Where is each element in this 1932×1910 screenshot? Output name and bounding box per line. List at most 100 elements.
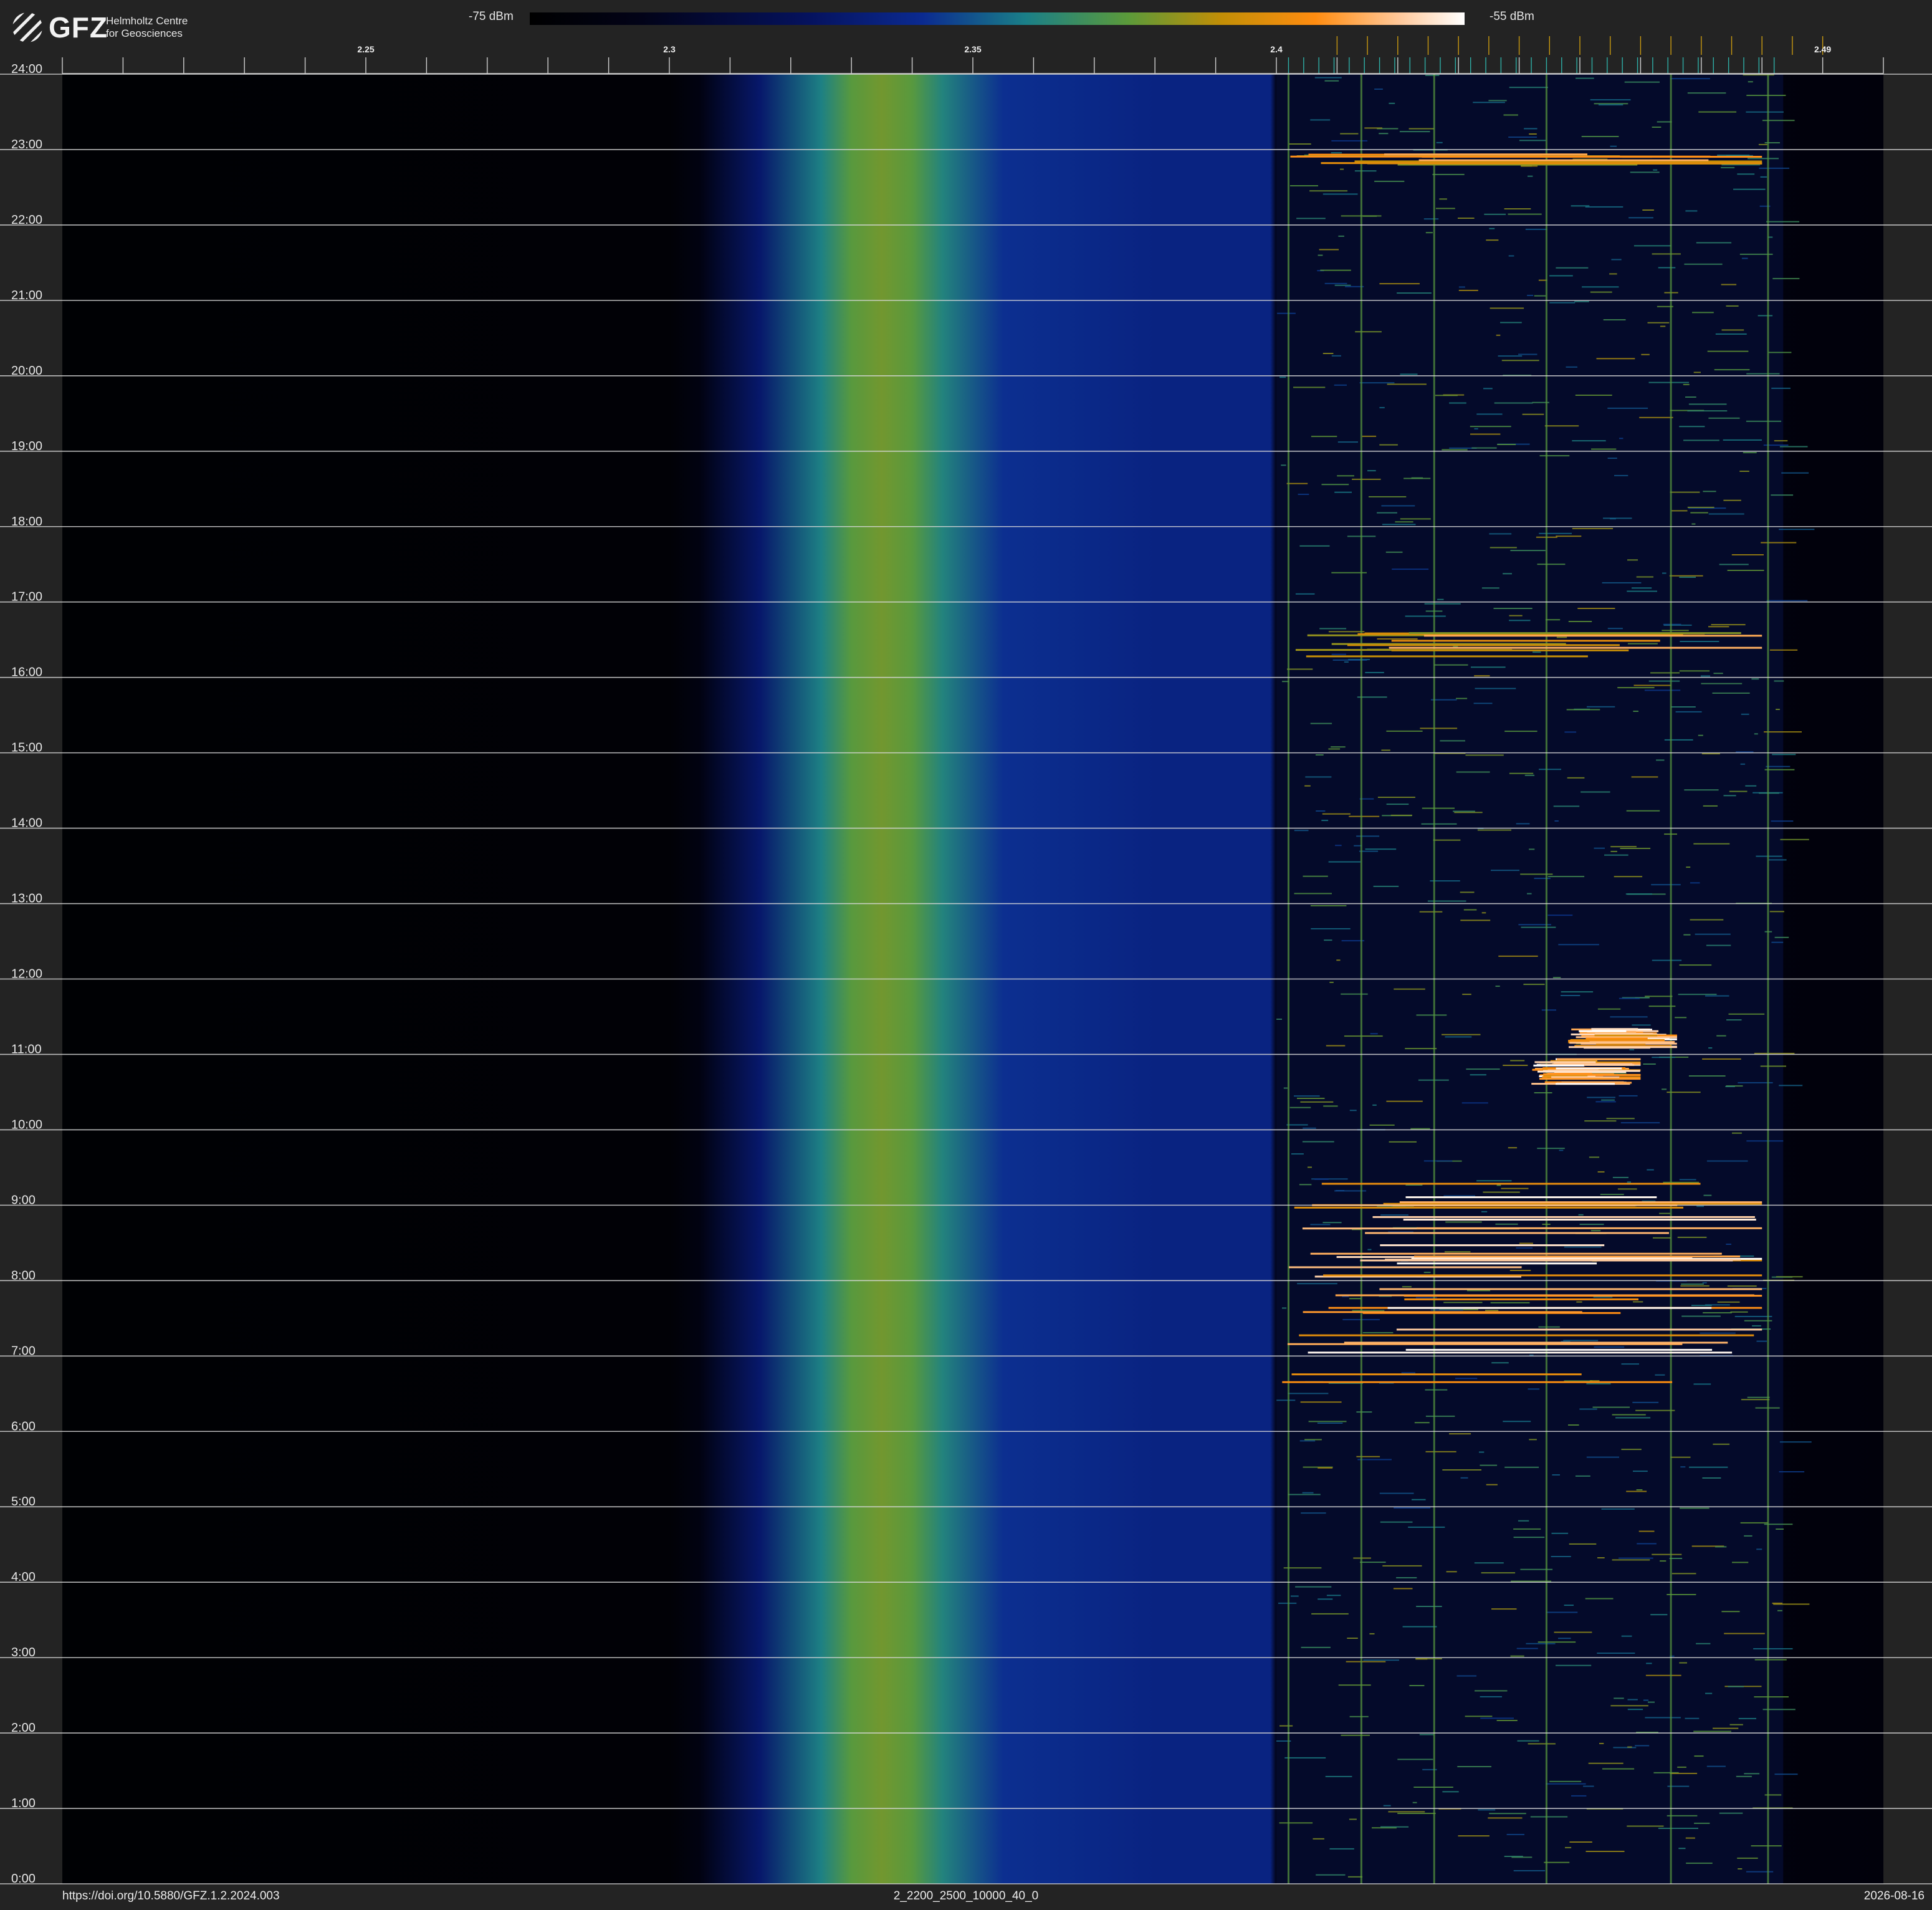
event-trace bbox=[1384, 153, 1587, 156]
signal-trace bbox=[1544, 425, 1579, 427]
signal-trace bbox=[1408, 128, 1435, 130]
signal-trace bbox=[1539, 455, 1570, 457]
signal-trace bbox=[1503, 1065, 1528, 1066]
signal-trace bbox=[1627, 1699, 1638, 1701]
y-tick-label: 23:00 bbox=[11, 138, 42, 151]
signal-trace bbox=[1639, 416, 1673, 418]
signal-trace bbox=[1530, 1816, 1568, 1818]
signal-trace bbox=[1647, 322, 1670, 324]
signal-trace bbox=[1683, 934, 1691, 936]
signal-trace bbox=[1632, 1024, 1651, 1026]
signal-trace bbox=[1521, 165, 1538, 167]
signal-trace bbox=[1511, 1580, 1551, 1582]
signal-trace bbox=[1696, 1206, 1704, 1207]
signal-trace bbox=[1656, 759, 1665, 761]
signal-trace bbox=[1349, 815, 1380, 817]
signal-trace bbox=[1552, 1474, 1560, 1476]
signal-trace bbox=[1326, 1045, 1346, 1047]
signal-trace bbox=[1771, 941, 1784, 943]
signal-trace bbox=[1648, 1701, 1655, 1703]
signal-trace bbox=[1612, 1559, 1650, 1561]
signal-trace bbox=[1719, 1812, 1743, 1814]
signal-trace bbox=[1687, 410, 1728, 412]
signal-trace bbox=[1653, 1237, 1671, 1239]
signal-trace bbox=[1310, 722, 1332, 724]
signal-trace bbox=[1425, 74, 1440, 76]
signal-trace bbox=[1726, 1019, 1742, 1021]
signal-trace bbox=[1621, 1449, 1642, 1451]
signal-trace bbox=[1485, 1310, 1499, 1312]
signal-trace bbox=[1764, 142, 1780, 143]
signal-trace bbox=[1547, 914, 1573, 916]
signal-trace bbox=[1435, 208, 1455, 209]
event-trace bbox=[1389, 646, 1762, 649]
signal-trace bbox=[1336, 959, 1341, 961]
event-trace bbox=[1591, 1028, 1638, 1030]
signal-trace bbox=[1521, 926, 1556, 928]
event-trace bbox=[1391, 640, 1660, 642]
signal-trace bbox=[1721, 284, 1737, 286]
signal-trace bbox=[1490, 1302, 1530, 1303]
signal-trace bbox=[1316, 810, 1326, 812]
signal-trace bbox=[1534, 1092, 1552, 1093]
signal-trace bbox=[1299, 1440, 1316, 1442]
signal-trace bbox=[1479, 1451, 1485, 1453]
signal-trace bbox=[1564, 731, 1577, 733]
signal-trace bbox=[1768, 859, 1787, 861]
signal-trace bbox=[1369, 1633, 1375, 1634]
signal-trace bbox=[1394, 1507, 1431, 1509]
signal-trace bbox=[1633, 684, 1671, 686]
y-tick-label: 3:00 bbox=[11, 1646, 36, 1659]
signal-trace bbox=[1476, 1180, 1512, 1182]
signal-trace bbox=[1700, 675, 1711, 677]
signal-trace bbox=[1522, 413, 1544, 415]
signal-trace bbox=[1772, 277, 1800, 279]
signal-trace bbox=[1321, 484, 1349, 486]
signal-trace bbox=[1435, 395, 1458, 396]
signal-trace bbox=[1444, 1251, 1471, 1253]
signal-trace bbox=[1650, 1614, 1668, 1616]
signal-trace bbox=[1454, 812, 1483, 813]
signal-trace bbox=[1734, 1315, 1772, 1317]
signal-trace bbox=[1556, 267, 1589, 269]
signal-trace bbox=[1331, 653, 1346, 655]
signal-trace bbox=[1416, 1014, 1447, 1016]
signal-trace bbox=[1663, 624, 1692, 626]
y-tick-label: 11:00 bbox=[11, 1042, 42, 1056]
signal-trace bbox=[1299, 545, 1330, 547]
signal-trace bbox=[1379, 1492, 1414, 1494]
signal-trace bbox=[1331, 355, 1341, 357]
signal-trace bbox=[1397, 292, 1432, 294]
signal-trace bbox=[1334, 491, 1352, 493]
signal-trace bbox=[1581, 791, 1610, 793]
signal-trace bbox=[1587, 1097, 1615, 1098]
signal-trace bbox=[1449, 1433, 1471, 1435]
signal-trace bbox=[1349, 1298, 1362, 1300]
signal-trace bbox=[1513, 1528, 1541, 1530]
signal-trace bbox=[1374, 89, 1383, 90]
signal-trace bbox=[1290, 185, 1318, 186]
event-trace bbox=[1397, 1262, 1597, 1265]
signal-trace bbox=[1473, 102, 1505, 103]
signal-trace bbox=[1386, 730, 1423, 732]
signal-trace bbox=[1741, 1399, 1770, 1401]
signal-trace bbox=[1569, 1543, 1597, 1545]
signal-trace bbox=[1278, 1602, 1297, 1604]
signal-trace bbox=[1776, 709, 1780, 710]
signal-trace bbox=[1779, 1085, 1803, 1087]
signal-trace bbox=[1503, 573, 1512, 575]
signal-trace bbox=[1400, 373, 1418, 375]
signal-trace bbox=[1633, 245, 1671, 247]
event-trace bbox=[1303, 1311, 1582, 1313]
signal-trace bbox=[1615, 1417, 1651, 1419]
signal-trace bbox=[1291, 1595, 1299, 1597]
signal-trace bbox=[1756, 1548, 1762, 1550]
signal-trace bbox=[1504, 208, 1531, 209]
signal-trace bbox=[1513, 1537, 1545, 1538]
signal-trace bbox=[1337, 441, 1358, 443]
signal-trace bbox=[1527, 294, 1534, 296]
y-tick-label: 24:00 bbox=[11, 62, 42, 76]
signal-trace bbox=[1645, 996, 1673, 997]
signal-trace bbox=[1564, 1605, 1574, 1606]
footer-date: 2026-08-16 bbox=[1863, 1889, 1925, 1903]
